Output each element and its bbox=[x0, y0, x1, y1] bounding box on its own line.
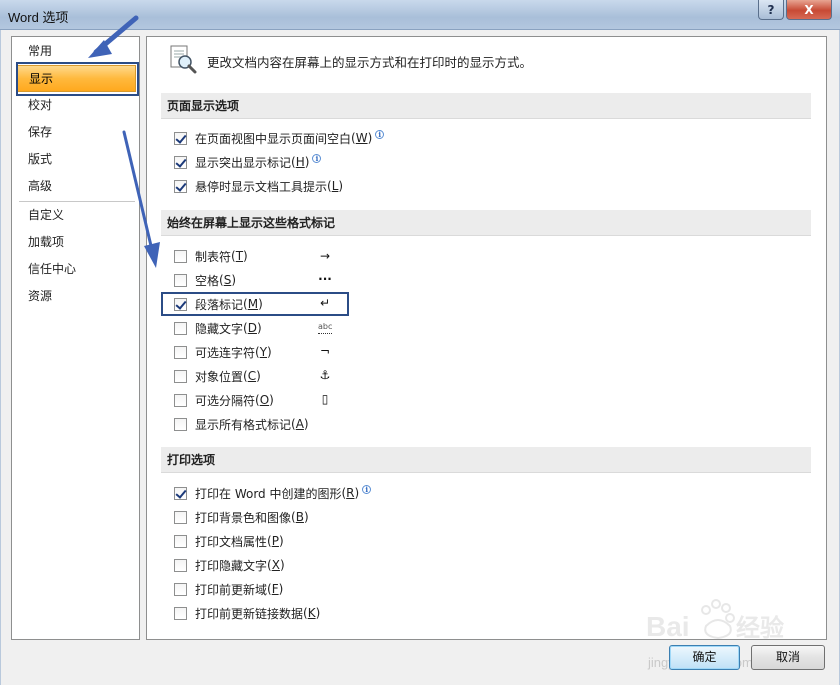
access-key: W bbox=[355, 131, 368, 145]
option-spaces[interactable]: 空格(S) bbox=[174, 271, 236, 289]
access-key: F bbox=[271, 582, 279, 596]
title-bar: Word 选项 ? X bbox=[0, 0, 840, 30]
checkbox[interactable] bbox=[174, 273, 187, 287]
option-print-background[interactable]: 打印背景色和图像(B) bbox=[174, 508, 309, 526]
option-optional-breaks[interactable]: 可选分隔符(O) bbox=[174, 391, 274, 409]
option-label: 空格 bbox=[195, 273, 220, 288]
info-icon: i bbox=[312, 153, 322, 163]
option-label: 在页面视图中显示页面间空白 bbox=[195, 131, 352, 146]
option-label: 打印前更新链接数据 bbox=[195, 606, 304, 621]
option-show-whitespace[interactable]: 在页面视图中显示页面间空白(W) i bbox=[174, 129, 385, 147]
checkbox[interactable] bbox=[174, 558, 187, 572]
checkbox[interactable] bbox=[174, 606, 187, 620]
checkbox[interactable] bbox=[174, 321, 187, 335]
option-show-tooltips[interactable]: 悬停时显示文档工具提示(L) bbox=[174, 177, 343, 195]
access-key: Y bbox=[259, 345, 268, 359]
option-label: 可选连字符 bbox=[195, 345, 256, 360]
svg-text:Bai: Bai bbox=[646, 611, 690, 642]
window-title: Word 选项 bbox=[8, 10, 69, 25]
checkbox[interactable] bbox=[174, 155, 187, 169]
option-label: 显示突出显示标记 bbox=[195, 155, 292, 170]
option-update-fields[interactable]: 打印前更新域(F) bbox=[174, 580, 283, 598]
nav-item-trust-center[interactable]: 信任中心 bbox=[16, 256, 136, 283]
space-dots-icon: ··· bbox=[318, 272, 332, 286]
option-optional-hyphens[interactable]: 可选连字符(Y) bbox=[174, 343, 272, 361]
access-key: H bbox=[295, 155, 305, 169]
checkbox[interactable] bbox=[174, 179, 187, 193]
info-icon: i bbox=[375, 129, 385, 139]
option-label: 打印背景色和图像 bbox=[195, 510, 292, 525]
checkbox[interactable] bbox=[174, 486, 187, 500]
option-label: 打印文档属性 bbox=[195, 534, 268, 549]
anchor-icon: ⚓ bbox=[319, 368, 331, 382]
optional-break-icon: ▯ bbox=[321, 392, 329, 406]
option-label: 可选分隔符 bbox=[195, 393, 256, 408]
option-update-linked-data[interactable]: 打印前更新链接数据(K) bbox=[174, 604, 320, 622]
access-key: L bbox=[331, 179, 339, 193]
option-tab-characters[interactable]: 制表符(T) bbox=[174, 247, 248, 265]
checkbox[interactable] bbox=[174, 131, 187, 145]
close-button[interactable]: X bbox=[786, 0, 832, 20]
option-label: 对象位置 bbox=[195, 369, 244, 384]
option-label: 隐藏文字 bbox=[195, 321, 244, 336]
access-key: B bbox=[295, 510, 304, 524]
access-key: R bbox=[346, 486, 355, 500]
hidden-text-icon: abc bbox=[318, 320, 332, 334]
access-key: K bbox=[307, 606, 316, 620]
optional-hyphen-icon: ¬ bbox=[319, 344, 331, 358]
checkbox[interactable] bbox=[174, 582, 187, 596]
access-key: S bbox=[223, 273, 232, 287]
option-object-anchors[interactable]: 对象位置(C) bbox=[174, 367, 261, 385]
access-key: O bbox=[259, 393, 270, 407]
checkbox[interactable] bbox=[174, 534, 187, 548]
section-title-page-display: 页面显示选项 bbox=[161, 93, 811, 119]
access-key: T bbox=[235, 249, 244, 263]
tab-arrow-icon: → bbox=[319, 249, 331, 263]
nav-item-proofing[interactable]: 校对 bbox=[16, 92, 136, 119]
info-icon: i bbox=[362, 484, 372, 494]
checkbox[interactable] bbox=[174, 510, 187, 524]
checkbox[interactable] bbox=[174, 249, 187, 263]
option-print-hidden-text[interactable]: 打印隐藏文字(X) bbox=[174, 556, 285, 574]
option-label: 显示所有格式标记 bbox=[195, 417, 292, 432]
access-key: P bbox=[271, 534, 279, 548]
section-title-print: 打印选项 bbox=[161, 447, 811, 473]
option-label: 打印隐藏文字 bbox=[195, 558, 268, 573]
checkbox[interactable] bbox=[174, 417, 187, 431]
option-show-highlighter[interactable]: 显示突出显示标记(H) i bbox=[174, 153, 322, 171]
option-show-all-marks[interactable]: 显示所有格式标记(A) bbox=[174, 415, 309, 433]
checkbox[interactable] bbox=[174, 345, 187, 359]
nav-item-customize[interactable]: 自定义 bbox=[16, 202, 136, 229]
access-key: C bbox=[247, 369, 257, 383]
annotation-highlight-box bbox=[16, 62, 139, 96]
cancel-button[interactable]: 取消 bbox=[751, 645, 825, 670]
access-key: A bbox=[295, 417, 304, 431]
access-key: D bbox=[247, 321, 257, 335]
option-print-properties[interactable]: 打印文档属性(P) bbox=[174, 532, 284, 550]
option-label: 打印在 Word 中创建的图形 bbox=[195, 486, 342, 501]
nav-item-common[interactable]: 常用 bbox=[16, 38, 136, 65]
nav-item-save[interactable]: 保存 bbox=[16, 119, 136, 146]
annotation-highlight-box bbox=[161, 292, 349, 316]
option-label: 打印前更新域 bbox=[195, 582, 268, 597]
nav-item-layout[interactable]: 版式 bbox=[16, 146, 136, 173]
option-label: 悬停时显示文档工具提示 bbox=[195, 179, 328, 194]
option-hidden-text[interactable]: 隐藏文字(D) bbox=[174, 319, 262, 337]
option-print-drawings[interactable]: 打印在 Word 中创建的图形(R) i bbox=[174, 484, 372, 502]
help-button[interactable]: ? bbox=[758, 0, 784, 20]
nav-item-advanced[interactable]: 高级 bbox=[16, 173, 136, 200]
checkbox[interactable] bbox=[174, 393, 187, 407]
checkbox[interactable] bbox=[174, 369, 187, 383]
svg-text:经验: 经验 bbox=[736, 614, 784, 642]
document-magnifier-icon bbox=[170, 45, 197, 74]
ok-button[interactable]: 确定 bbox=[669, 645, 740, 670]
access-key: X bbox=[271, 558, 280, 572]
panel-description: 更改文档内容在屏幕上的显示方式和在打印时的显示方式。 bbox=[207, 55, 533, 70]
section-title-formatting-marks: 始终在屏幕上显示这些格式标记 bbox=[161, 210, 811, 236]
option-label: 制表符 bbox=[195, 249, 232, 264]
nav-item-addins[interactable]: 加载项 bbox=[16, 229, 136, 256]
nav-item-resources[interactable]: 资源 bbox=[16, 283, 136, 310]
